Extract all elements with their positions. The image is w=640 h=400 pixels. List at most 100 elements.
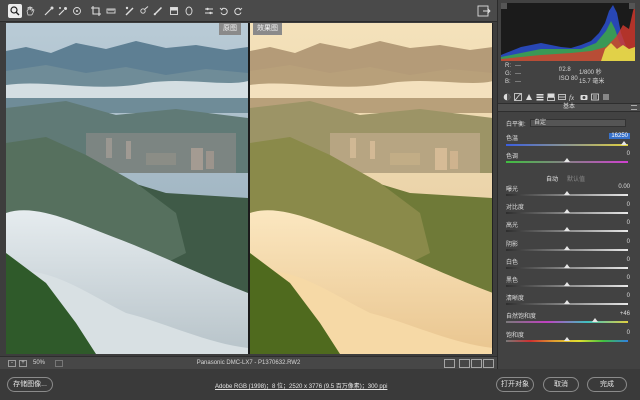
adjustment-value[interactable]: 0 [627,275,630,281]
tab-snapshots-icon[interactable] [601,92,610,101]
copy-settings-icon[interactable] [471,359,482,368]
adjustment-slider-thumb[interactable] [564,264,570,268]
tab-split-toning-icon[interactable] [546,92,555,101]
white-balance-tool-icon[interactable] [42,4,56,18]
white-balance-value: 自定 [534,120,547,126]
adjustment-slider-thumb[interactable] [564,300,570,304]
red-eye-tool-icon[interactable] [137,4,151,18]
panel-tabs: fx [501,91,635,102]
tint-label: 色调 [506,154,519,160]
after-label: 效果图 [253,23,282,35]
aperture: f/2.8 [559,67,571,73]
auto-button[interactable]: 自动 [546,174,558,183]
preferences-icon[interactable] [202,4,216,18]
temperature-label: 色温 [506,136,519,142]
hand-tool-icon[interactable] [23,4,37,18]
tab-tone-curve-icon[interactable] [513,92,522,101]
open-preferences-export-icon[interactable] [477,5,491,17]
before-image [6,23,248,354]
adjustment-label: 黑色 [506,278,519,284]
adjustment-label: 白色 [506,260,519,266]
adjustment-slider-thumb[interactable] [564,191,570,195]
tab-basic-icon[interactable] [502,92,511,101]
before-label: 原图 [219,23,241,35]
white-balance-select[interactable]: 自定 [530,119,626,127]
temperature-slider-thumb[interactable] [621,141,628,145]
section-header-basic: 基本 [498,103,640,112]
open-object-button[interactable]: 打开对象 [496,377,534,392]
r-value: --- [515,63,521,69]
file-name: Panasonic DMC-LX7 - P1370632.RW2 [196,360,301,366]
zoom-tool-icon[interactable] [8,4,22,18]
adjustment-slider-thumb[interactable] [592,318,599,322]
adjustment-label: 对比度 [506,205,525,211]
targeted-adjustment-tool-icon[interactable] [70,4,84,18]
bottom-bar: 存储图像... Adobe RGB (1998)；8 位；2520 x 3776… [0,369,640,400]
adjustment-slider-thumb[interactable] [564,227,570,231]
adjustment-label: 清晰度 [506,296,525,302]
tab-detail-icon[interactable] [524,92,533,101]
white-balance-label: 白平衡: [506,122,526,128]
swap-before-after-icon[interactable] [459,359,470,368]
color-sampler-tool-icon[interactable] [56,4,70,18]
toggle-settings-icon[interactable] [483,359,494,368]
toolbar [0,0,497,22]
spot-removal-tool-icon[interactable] [123,4,137,18]
crop-tool-icon[interactable] [89,4,103,18]
after-image [250,23,492,354]
svg-text:fx: fx [569,94,575,101]
rotate-cw-icon[interactable] [231,4,245,18]
adjustment-slider-thumb[interactable] [564,246,570,250]
panel-menu-icon[interactable] [631,105,637,110]
adjustment-label: 饱和度 [506,333,525,339]
adjustment-value[interactable]: +46 [620,311,630,317]
adjustment-slider-thumb[interactable] [564,337,570,341]
g-value: --- [515,71,521,77]
b-value: --- [515,79,521,85]
temperature-value[interactable]: 16250 [609,133,630,139]
tab-presets-icon[interactable] [590,92,599,101]
section-title: 基本 [562,104,575,110]
workflow-options-link[interactable]: Adobe RGB (1998)；8 位；2520 x 3776 (9.5 百万… [215,381,387,390]
tab-effects-icon[interactable]: fx [568,92,577,101]
adjustment-label: 自然饱和度 [506,314,537,320]
adjustment-value[interactable]: 0 [627,330,630,336]
adjustment-value[interactable]: 0 [627,239,630,245]
tab-lens-corrections-icon[interactable] [557,92,566,101]
graduated-filter-icon[interactable] [167,4,181,18]
save-image-button[interactable]: 存储图像... [7,377,53,392]
adjustment-value[interactable]: 0 [627,293,630,299]
highlight-clipping-indicator [629,3,635,9]
tint-slider-thumb[interactable] [564,158,570,162]
radial-filter-icon[interactable] [182,4,196,18]
rgb-readout: R: --- G: --- B: --- f/2.8 1/800 秒 ISO 8… [501,63,635,88]
b-label: B: [505,79,511,85]
focal-length: 15.7 毫米 [579,79,605,85]
adjustment-label: 阴影 [506,242,519,248]
tint-value[interactable]: 0 [627,151,630,157]
straighten-tool-icon[interactable] [104,4,118,18]
adjustment-value[interactable]: 0 [627,220,630,226]
view-mode-icon[interactable] [444,359,455,368]
image-preview[interactable]: 原图 效果图 [6,23,493,354]
adjustment-slider-track[interactable] [506,321,628,323]
r-label: R: [505,63,511,69]
adjustment-slider-thumb[interactable] [564,209,570,213]
tab-hsl-icon[interactable] [535,92,544,101]
done-button[interactable]: 完成 [587,377,627,392]
adjustment-brush-icon[interactable] [151,4,165,18]
cancel-button[interactable]: 取消 [543,377,579,392]
adjustment-value[interactable]: 0 [627,257,630,263]
adjustment-label: 高光 [506,223,519,229]
shutter-speed: 1/800 秒 [579,70,602,76]
adjustment-value[interactable]: 0.00 [618,184,630,190]
iso: ISO 80 [559,76,578,82]
rotate-ccw-icon[interactable] [217,4,231,18]
shadow-clipping-indicator [501,3,507,9]
tab-camera-calibration-icon[interactable] [579,92,588,101]
temperature-slider-track[interactable] [506,144,628,146]
adjustment-value[interactable]: 0 [627,202,630,208]
status-bar: - + 50% Panasonic DMC-LX7 - P1370632.RW2 [0,356,497,369]
default-button[interactable]: 默认值 [567,174,585,183]
adjustment-slider-thumb[interactable] [564,282,570,286]
